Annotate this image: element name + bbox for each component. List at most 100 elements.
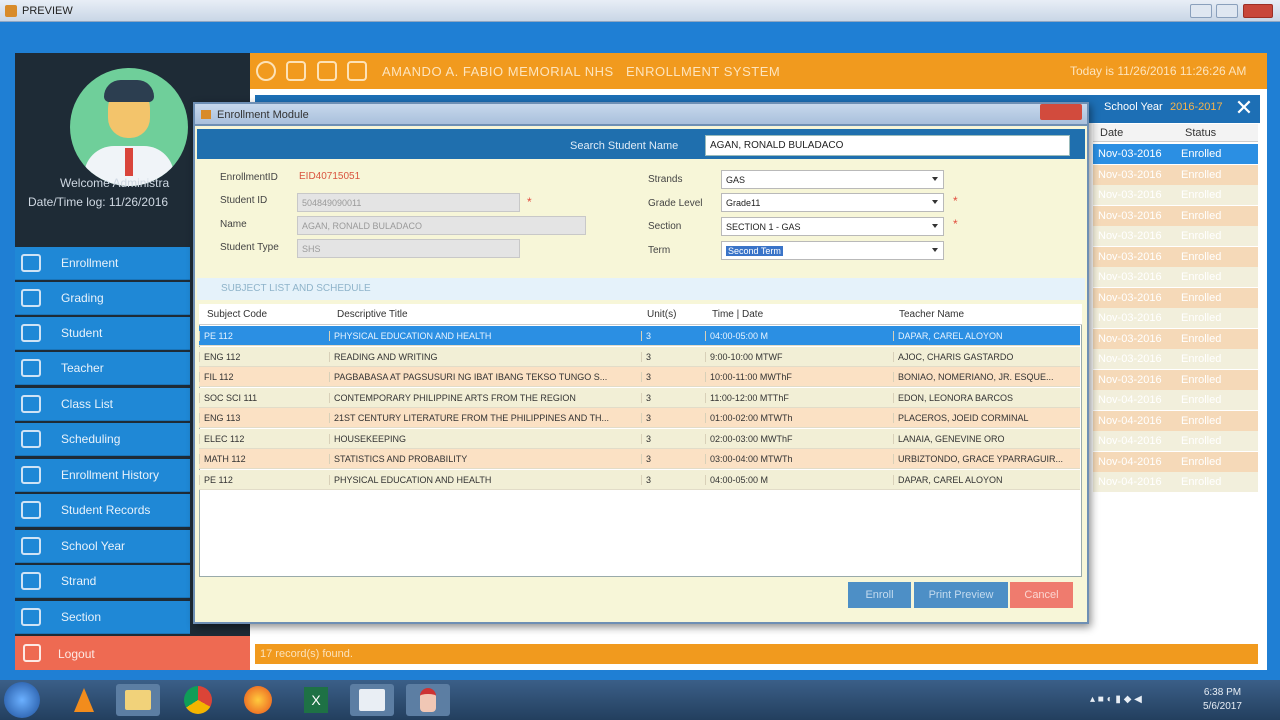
student-id-label: Student ID (220, 195, 268, 206)
cell-teacher: EDON, LEONORA BARCOS (893, 392, 1079, 403)
today-datetime: Today is 11/26/2016 11:26:26 AM (1070, 64, 1247, 78)
logout-icon (23, 644, 41, 662)
excel-icon[interactable]: X (294, 684, 338, 716)
preview-app-icon (5, 5, 17, 17)
dialog-app-icon (201, 110, 211, 119)
cell-code: ELEC 112 (199, 433, 329, 444)
cell-time: 03:00-04:00 MTWTh (705, 454, 893, 464)
archive-icon[interactable] (347, 61, 367, 81)
app-user-icon[interactable] (406, 684, 450, 716)
table-row[interactable]: ENG 113 21ST CENTURY LITERATURE FROM THE … (199, 408, 1080, 428)
list-item[interactable]: Nov-03-2016 Enrolled (1093, 349, 1258, 369)
sidebar-item-teacher[interactable]: Teacher (15, 352, 190, 385)
school-year-value: 2016-2017 (1170, 101, 1223, 113)
cell-code: PE 112 (199, 474, 329, 485)
history-icon (21, 466, 41, 484)
list-item[interactable]: Nov-03-2016 Enrolled (1093, 144, 1258, 164)
list-item[interactable]: Nov-03-2016 Enrolled (1093, 226, 1258, 246)
col-units[interactable]: Unit(s) (647, 309, 676, 320)
cell-code: MATH 112 (199, 454, 329, 464)
list-item[interactable]: Nov-03-2016 Enrolled (1093, 164, 1258, 185)
col-time-date[interactable]: Time | Date (712, 309, 763, 320)
chrome-icon[interactable] (176, 684, 220, 716)
device-icon[interactable] (317, 61, 337, 81)
list-item[interactable]: Nov-03-2016 Enrolled (1093, 205, 1258, 226)
system-tray-icons[interactable]: ▴ ■ ◐ ▮ ◆ ◀ (1090, 694, 1142, 705)
maximize-icon[interactable] (1216, 4, 1238, 18)
list-item[interactable]: Nov-03-2016 Enrolled (1093, 287, 1258, 308)
sidebar-item-class-list[interactable]: Class List (15, 388, 190, 421)
sidebar-item-scheduling[interactable]: Scheduling (15, 423, 190, 456)
dialog-close-button[interactable] (1040, 104, 1082, 120)
search-label: Search Student Name (570, 140, 679, 152)
cell-code: ENG 113 (199, 413, 329, 423)
list-item[interactable]: Nov-04-2016 Enrolled (1093, 410, 1258, 431)
grade-level-select[interactable]: Grade11 (721, 193, 944, 212)
list-item[interactable]: Nov-03-2016 Enrolled (1093, 308, 1258, 328)
print-preview-button[interactable]: Print Preview (914, 582, 1008, 608)
list-item[interactable]: Nov-03-2016 Enrolled (1093, 185, 1258, 205)
student-type-field[interactable]: SHS (297, 239, 520, 258)
enroll-button[interactable]: Enroll (848, 582, 911, 608)
taskbar-clock[interactable]: 6:38 PM 5/6/2017 (1203, 686, 1242, 714)
start-button[interactable] (4, 682, 40, 718)
subject-table-header: Subject Code Descriptive Title Unit(s) T… (199, 304, 1082, 325)
school-year-icon (21, 537, 41, 555)
vlc-icon[interactable] (62, 684, 106, 716)
table-row[interactable]: MATH 112 STATISTICS AND PROBABILITY 3 03:00… (199, 449, 1080, 469)
close-panel-icon[interactable]: ✕ (1232, 96, 1256, 120)
cell-units: 3 (641, 351, 705, 362)
required-marker: * (527, 195, 532, 209)
list-item[interactable]: Nov-04-2016 Enrolled (1093, 472, 1258, 492)
col-descriptive-title[interactable]: Descriptive Title (337, 309, 408, 320)
table-row[interactable]: SOC SCI 111 CONTEMPORARY PHILIPPINE ARTS … (199, 387, 1080, 408)
file-explorer-icon[interactable] (116, 684, 160, 716)
section-icon (21, 608, 41, 626)
enrollment-icon (21, 254, 41, 272)
term-select[interactable]: Second Term (721, 241, 944, 260)
logout-button[interactable]: Logout (15, 636, 250, 670)
list-item[interactable]: Nov-03-2016 Enrolled (1093, 328, 1258, 349)
list-item[interactable]: Nov-03-2016 Enrolled (1093, 246, 1258, 267)
settings-icon[interactable] (256, 61, 276, 81)
sidebar-item-grading[interactable]: Grading (15, 282, 190, 315)
cell-title: PHYSICAL EDUCATION AND HEALTH (329, 331, 641, 341)
sidebar-item-student-records[interactable]: Student Records (15, 494, 190, 527)
sidebar-item-enrollment-history[interactable]: Enrollment History (15, 459, 190, 492)
cell-title: PHYSICAL EDUCATION AND HEALTH (329, 474, 641, 485)
window-preview-icon[interactable] (350, 684, 394, 716)
table-row[interactable]: ELEC 112 HOUSEKEEPING 3 02:00-03:00 MWThF LA… (199, 428, 1080, 449)
cell-units: 3 (641, 474, 705, 485)
col-date: Date (1100, 127, 1124, 139)
student-id-field[interactable]: 504849090011 (297, 193, 520, 212)
sidebar-item-strand[interactable]: Strand (15, 565, 190, 598)
chevron-down-icon (932, 200, 938, 204)
table-row[interactable]: PE 112 PHYSICAL EDUCATION AND HEALTH 3 04:0… (199, 326, 1080, 346)
col-subject-code[interactable]: Subject Code (207, 309, 267, 320)
section-select[interactable]: SECTION 1 - GAS (721, 217, 944, 236)
cancel-button[interactable]: Cancel (1010, 582, 1073, 608)
section-label: Section (648, 221, 682, 232)
search-student-input[interactable]: AGAN, RONALD BULADACO (705, 135, 1070, 156)
name-field[interactable]: AGAN, RONALD BULADACO (297, 216, 586, 235)
sidebar-item-school-year[interactable]: School Year (15, 530, 190, 563)
minimize-icon[interactable] (1190, 4, 1212, 18)
list-item[interactable]: Nov-03-2016 Enrolled (1093, 267, 1258, 287)
sidebar-item-enrollment[interactable]: Enrollment (15, 247, 190, 280)
sidebar-item-section[interactable]: Section (15, 601, 190, 634)
sidebar-item-student[interactable]: Student (15, 317, 190, 350)
table-row[interactable]: ENG 112 READING AND WRITING 3 9:00-10:00 MT… (199, 346, 1080, 367)
list-item[interactable]: Nov-04-2016 Enrolled (1093, 390, 1258, 410)
cell-teacher: PLACEROS, JOEID CORMINAL (893, 413, 1079, 423)
list-item[interactable]: Nov-04-2016 Enrolled (1093, 451, 1258, 472)
close-icon[interactable] (1243, 4, 1273, 18)
col-teacher-name[interactable]: Teacher Name (899, 309, 964, 320)
list-item[interactable]: Nov-04-2016 Enrolled (1093, 431, 1258, 451)
term-label: Term (648, 245, 671, 256)
lock-icon[interactable] (286, 61, 306, 81)
table-row[interactable]: FIL 112 PAGBABASA AT PAGSUSURI NG IBAT IB… (199, 367, 1080, 387)
table-row[interactable]: PE 112 PHYSICAL EDUCATION AND HEALTH 3 04:0… (199, 469, 1080, 490)
list-item[interactable]: Nov-03-2016 Enrolled (1093, 369, 1258, 390)
firefox-icon[interactable] (236, 684, 280, 716)
strands-select[interactable]: GAS (721, 170, 944, 189)
